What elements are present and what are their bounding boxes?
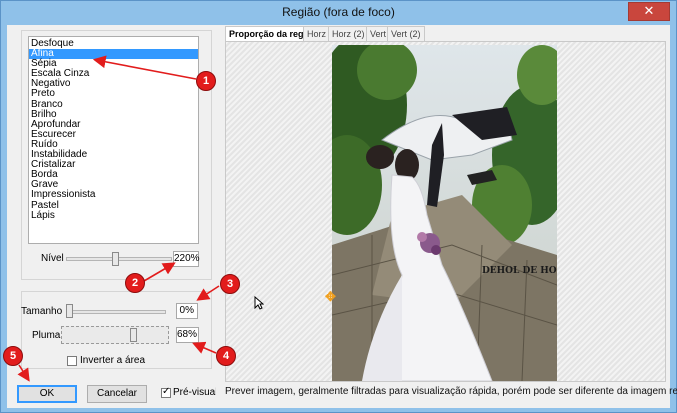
photo-watermark: DEHOL DE HOM [482, 266, 557, 276]
cancel-button[interactable]: Cancelar [87, 385, 147, 403]
size-slider-thumb[interactable] [66, 304, 73, 318]
feather-value[interactable]: 68% [176, 327, 199, 343]
size-value[interactable]: 0% [176, 303, 198, 319]
level-slider-track[interactable] [66, 257, 172, 261]
level-value[interactable]: 220% [173, 251, 200, 267]
window-title: Região (fora de foco) [282, 5, 395, 19]
hint-text: Prever imagem, geralmente filtradas para… [225, 386, 677, 397]
size-label: Tamanho [21, 306, 63, 317]
annotation-badge-4: 4 [216, 346, 236, 366]
dialog-window: Região (fora de foco) ✕ Desfoque Afina Sép… [0, 0, 677, 413]
mouse-pointer-icon [254, 295, 265, 313]
annotation-badge-5: 5 [3, 346, 23, 366]
tab-1[interactable]: Horz [303, 26, 331, 42]
preview-checkbox[interactable] [161, 386, 171, 398]
close-icon: ✕ [643, 3, 655, 18]
tab-2[interactable]: Horz (2) [328, 26, 369, 42]
filter-item[interactable]: Lápis [29, 210, 198, 221]
level-label: Nível [41, 253, 64, 264]
close-button[interactable]: ✕ [628, 2, 670, 21]
title-bar[interactable]: Região (fora de foco) ✕ [1, 1, 676, 25]
preview-label: Pré-visualiz [173, 387, 216, 398]
annotation-badge-2: 2 [125, 273, 145, 293]
preview-photo: DEHOL DE HOM [332, 45, 557, 381]
ok-button[interactable]: OK [17, 385, 77, 403]
filter-item[interactable]: Impressionista [29, 190, 198, 200]
preview-area[interactable]: DEHOL DE HOM [225, 41, 666, 382]
filter-list[interactable]: Desfoque Afina Sépia Escala Cinza Negativo Pr… [28, 36, 199, 244]
tab-4[interactable]: Vert (2) [387, 26, 425, 42]
move-cross-icon[interactable]: ✥ [325, 289, 336, 305]
invert-area-label: Inverter a área [80, 355, 146, 366]
size-slider-track[interactable] [66, 310, 166, 314]
invert-area-checkbox[interactable] [67, 356, 77, 366]
annotation-badge-1: 1 [196, 71, 216, 91]
feather-slider-thumb[interactable] [130, 328, 137, 342]
filter-item[interactable]: Desfoque [29, 38, 198, 49]
level-slider-thumb[interactable] [112, 252, 119, 266]
feather-label: Pluma [32, 330, 61, 341]
annotation-badge-3: 3 [220, 274, 240, 294]
dialog-client: Desfoque Afina Sépia Escala Cinza Negativo Pr… [7, 25, 677, 408]
feather-slider-track[interactable] [61, 326, 169, 344]
